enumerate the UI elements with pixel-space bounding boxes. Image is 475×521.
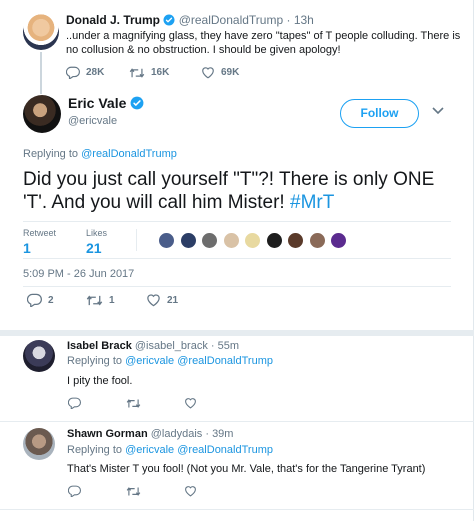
timestamp-divider [23, 286, 451, 287]
reply-actions [68, 397, 197, 409]
reply-time[interactable]: · 55m [211, 340, 239, 352]
retweet-icon [86, 294, 103, 306]
parent-tweet-time[interactable]: · 13h [287, 13, 314, 27]
liker-avatar[interactable] [244, 232, 261, 249]
reply-author-handle[interactable]: @ladydais [151, 428, 203, 440]
reply-like-button[interactable] [184, 485, 197, 497]
section-separator [0, 330, 474, 336]
parent-avatar[interactable] [23, 14, 59, 50]
heart-icon [202, 67, 214, 79]
reply-icon [27, 293, 42, 307]
replying-prefix: Replying to [67, 355, 123, 367]
reply-avatar[interactable] [23, 428, 55, 460]
reply-author-name[interactable]: Isabel Brack [67, 340, 132, 352]
reply-time[interactable]: · 39m [205, 428, 233, 440]
main-author-avatar[interactable] [23, 95, 61, 133]
replying-prefix: Replying to [23, 148, 79, 160]
liker-avatar[interactable] [201, 232, 218, 249]
reply-like-button[interactable] [184, 397, 197, 409]
parent-author-handle[interactable]: @realDonaldTrump [179, 13, 283, 27]
reply-retweet-button[interactable] [126, 486, 184, 497]
likes-stat[interactable]: Likes 21 [86, 228, 107, 256]
heart-icon [147, 294, 160, 307]
main-retweet-button[interactable]: 1 [86, 294, 146, 307]
main-author-handle[interactable]: @ericvale [68, 115, 117, 127]
retweet-icon [126, 486, 141, 496]
liker-avatar[interactable] [265, 232, 283, 249]
reply-divider [0, 509, 474, 510]
replying-mention[interactable]: @realDonaldTrump [81, 148, 177, 160]
liker-avatar[interactable] [308, 232, 326, 249]
verified-badge-icon [163, 14, 175, 26]
chevron-down-icon[interactable] [432, 107, 444, 115]
parent-retweet-count: 16K [151, 67, 170, 78]
parent-reply-count: 28K [86, 67, 105, 78]
reply-icon [68, 485, 81, 497]
main-tweet-body: Did you just call yourself "T"?! There i… [23, 169, 435, 213]
liker-avatar[interactable] [287, 232, 304, 249]
reply-author-name[interactable]: Shawn Gorman [67, 428, 148, 440]
retweet-icon [129, 67, 145, 78]
reply-replying-to: Replying to @ericvale @realDonaldTrump [67, 355, 273, 367]
replying-mentions[interactable]: @ericvale @realDonaldTrump [125, 355, 273, 367]
main-tweet-timestamp[interactable]: 5:09 PM - 26 Jun 2017 [23, 268, 134, 280]
reply-actions [68, 485, 197, 497]
main-author-name-row: Eric Vale [68, 95, 144, 111]
reply-author-handle[interactable]: @isabel_brack [135, 340, 208, 352]
parent-like-count: 69K [221, 67, 240, 78]
reply-text: I pity the fool. [67, 375, 133, 387]
likes-stat-value: 21 [86, 240, 102, 256]
parent-tweet-actions: 28K 16K 69K [66, 66, 239, 79]
likes-stat-label: Likes [86, 228, 108, 238]
parent-tweet-text: ..under a magnifying glass, they have ze… [66, 30, 461, 56]
thread-connector-line [40, 52, 42, 94]
main-like-button[interactable]: 21 [146, 293, 178, 307]
liker-avatar[interactable] [158, 232, 175, 249]
heart-icon [185, 486, 196, 497]
reply-header: Shawn Gorman @ladydais · 39m [67, 428, 233, 440]
follow-button[interactable]: Follow [340, 99, 419, 128]
main-tweet-actions: 2 1 21 [27, 293, 178, 307]
reply-icon [68, 397, 81, 409]
heart-icon [185, 398, 196, 409]
stats-bottom-divider [23, 258, 451, 259]
reply-reply-button[interactable] [68, 485, 126, 497]
main-reply-button[interactable]: 2 [27, 293, 86, 307]
liker-avatar[interactable] [179, 232, 197, 249]
liker-avatar[interactable] [222, 232, 240, 249]
main-replying-to: Replying to @realDonaldTrump [23, 148, 177, 160]
parent-retweet-button[interactable]: 16K [129, 67, 201, 79]
reply-icon [66, 66, 80, 79]
retweet-icon [126, 398, 141, 408]
reply-replying-to: Replying to @ericvale @realDonaldTrump [67, 444, 273, 456]
reply-reply-button[interactable] [68, 397, 126, 409]
replying-mentions[interactable]: @ericvale @realDonaldTrump [125, 444, 273, 456]
verified-badge-icon [130, 96, 144, 110]
retweet-stat-label: Retweet [23, 228, 57, 238]
main-retweet-count: 1 [109, 294, 115, 306]
parent-reply-button[interactable]: 28K [66, 66, 129, 79]
reply-header: Isabel Brack @isabel_brack · 55m [67, 340, 239, 352]
stats-vertical-divider [136, 229, 137, 251]
main-author-name[interactable]: Eric Vale [68, 95, 126, 111]
retweet-stat[interactable]: Retweet 1 [23, 228, 56, 256]
parent-author-name[interactable]: Donald J. Trump [66, 13, 160, 27]
parent-tweet-header: Donald J. Trump @realDonaldTrump · 13h [66, 13, 314, 27]
retweet-stat-value: 1 [23, 240, 31, 256]
reply-retweet-button[interactable] [126, 398, 184, 409]
tweet-detail-card: Donald J. Trump @realDonaldTrump · 13h .… [0, 0, 474, 521]
reply-avatar[interactable] [23, 340, 55, 372]
hashtag-link[interactable]: #MrT [290, 192, 334, 213]
liker-avatar[interactable] [330, 232, 347, 249]
reply-text: That's Mister T you fool! (Not you Mr. V… [67, 463, 426, 475]
replying-prefix: Replying to [67, 444, 123, 456]
stats-top-divider [23, 221, 451, 222]
main-tweet-text: Did you just call yourself "T"?! There i… [23, 168, 463, 214]
main-like-count: 21 [167, 294, 179, 306]
parent-like-button[interactable]: 69K [201, 66, 239, 79]
reply-divider [0, 421, 474, 422]
main-reply-count: 2 [48, 294, 54, 306]
